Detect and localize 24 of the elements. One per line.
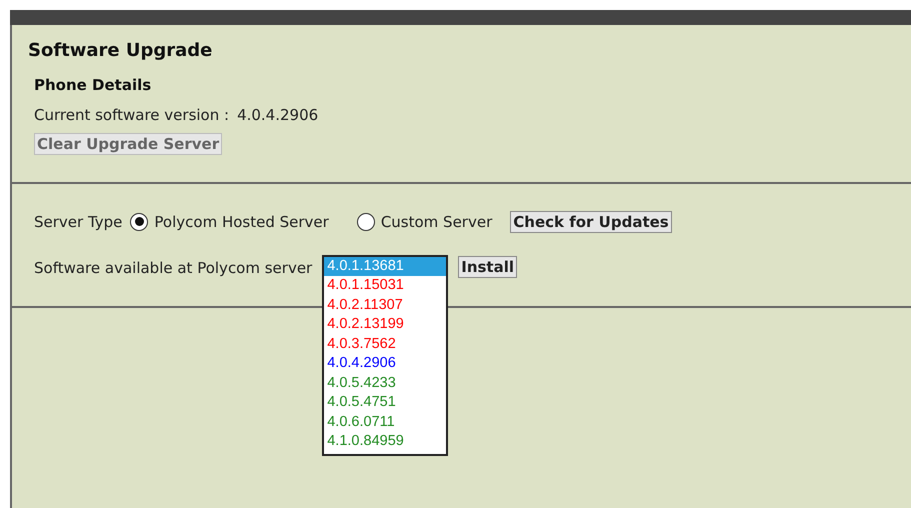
- page-title: Software Upgrade: [28, 39, 214, 63]
- version-value: 4.0.4.2906: [237, 105, 318, 125]
- version-label: Current software version :: [34, 105, 230, 125]
- version-option[interactable]: 4.0.5.4751: [324, 393, 446, 412]
- radio-label: Polycom Hosted Server: [154, 212, 329, 232]
- version-option[interactable]: 4.0.2.11307: [324, 296, 446, 315]
- section-heading: Phone Details: [34, 75, 152, 95]
- radio-label: Custom Server: [380, 212, 492, 232]
- version-option[interactable]: 4.0.1.13681: [324, 256, 446, 276]
- check-updates-button[interactable]: Check for Updates: [510, 210, 672, 232]
- clear-server-button[interactable]: Clear Upgrade Server: [34, 133, 222, 155]
- radio-button[interactable]: [130, 212, 148, 230]
- version-option[interactable]: 4.0.5.4233: [324, 374, 446, 393]
- server-type-label: Server Type: [34, 212, 122, 232]
- version-option[interactable]: 4.0.4.2906: [324, 354, 446, 374]
- install-button[interactable]: Install: [458, 256, 517, 278]
- version-option[interactable]: 4.0.1.15031: [324, 276, 446, 296]
- software-label: Software available at Polycom server: [34, 258, 312, 278]
- radio-button[interactable]: [356, 212, 375, 230]
- version-option[interactable]: 4.0.2.13199: [324, 315, 446, 334]
- version-option[interactable]: 4.0.3.7562: [324, 334, 446, 354]
- version-option[interactable]: 4.1.0.84959: [324, 432, 446, 452]
- version-list[interactable]: 4.0.1.13681 4.0.1.15031 4.0.2.11307 4.0.2.13199 4.0.3.7562 4.0.4.2906 4.0.5.4233 4.0.5.4751 4.0.6.0711 4.1.0.84959: [322, 254, 448, 456]
- version-option[interactable]: 4.0.6.0711: [324, 412, 446, 432]
